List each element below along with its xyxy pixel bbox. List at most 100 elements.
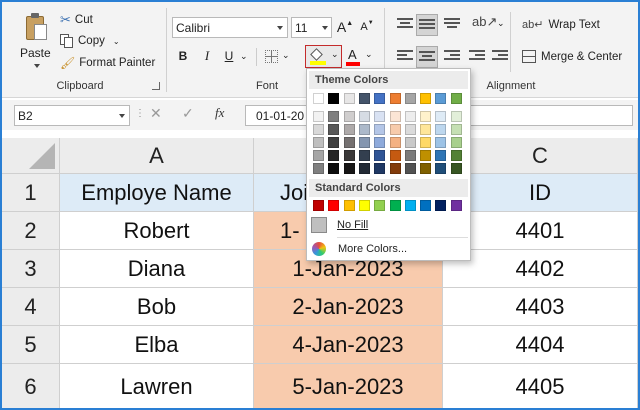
- name-box-splitter[interactable]: ⋮: [135, 108, 145, 119]
- theme-shade-swatch[interactable]: [313, 111, 324, 122]
- align-right-icon[interactable]: [444, 50, 460, 64]
- theme-shade-swatch[interactable]: [420, 124, 432, 135]
- align-bottom-icon[interactable]: [444, 18, 460, 32]
- table-cell[interactable]: 4401: [443, 212, 638, 250]
- paste-button[interactable]: Paste: [16, 10, 58, 72]
- theme-shade-swatch[interactable]: [358, 137, 370, 148]
- theme-color-swatch[interactable]: [404, 93, 416, 104]
- theme-shade-swatch[interactable]: [435, 124, 447, 135]
- theme-shade-swatch[interactable]: [435, 111, 447, 122]
- theme-color-swatch[interactable]: [343, 93, 355, 104]
- theme-shade-swatch[interactable]: [389, 124, 401, 135]
- standard-color-swatch[interactable]: [313, 200, 324, 211]
- select-all-corner[interactable]: [2, 138, 60, 174]
- no-fill-option[interactable]: No Fill: [311, 215, 368, 235]
- theme-shade-swatch[interactable]: [435, 163, 447, 174]
- theme-shade-swatch[interactable]: [313, 163, 324, 174]
- row-header[interactable]: 1: [2, 174, 60, 212]
- chevron-down-icon[interactable]: ⌄: [497, 18, 505, 29]
- shrink-font-button[interactable]: A ▼: [358, 18, 376, 36]
- formula-input[interactable]: 01-01-20: [245, 105, 307, 126]
- theme-color-swatch[interactable]: [313, 93, 324, 104]
- copy-button[interactable]: Copy ⌄: [60, 34, 120, 48]
- theme-shade-swatch[interactable]: [435, 137, 447, 148]
- standard-color-swatch[interactable]: [389, 200, 401, 211]
- row-header[interactable]: 3: [2, 250, 60, 288]
- theme-shade-swatch[interactable]: [328, 163, 340, 174]
- table-cell[interactable]: 4403: [443, 288, 638, 326]
- header-cell[interactable]: Employe Name: [60, 174, 254, 212]
- theme-shade-swatch[interactable]: [313, 137, 324, 148]
- standard-color-swatch[interactable]: [358, 200, 370, 211]
- dialog-launcher-icon[interactable]: [152, 82, 160, 90]
- column-header-c[interactable]: C: [443, 138, 638, 174]
- theme-color-swatch[interactable]: [358, 93, 370, 104]
- table-cell[interactable]: Robert: [60, 212, 254, 250]
- standard-color-swatch[interactable]: [404, 200, 416, 211]
- theme-shade-swatch[interactable]: [358, 163, 370, 174]
- merge-center-button[interactable]: Merge & Center: [522, 50, 622, 63]
- theme-shade-swatch[interactable]: [435, 150, 447, 161]
- theme-shade-swatch[interactable]: [404, 137, 416, 148]
- borders-button[interactable]: ⌄: [264, 48, 290, 66]
- theme-shade-swatch[interactable]: [328, 124, 340, 135]
- cancel-icon[interactable]: ✕: [150, 105, 162, 122]
- align-center-button[interactable]: [416, 46, 438, 68]
- theme-shade-swatch[interactable]: [420, 137, 432, 148]
- italic-button[interactable]: I: [198, 47, 216, 65]
- table-cell[interactable]: 4-Jan-2023: [254, 326, 443, 364]
- theme-shade-swatch[interactable]: [420, 150, 432, 161]
- theme-shade-swatch[interactable]: [374, 163, 386, 174]
- theme-shade-swatch[interactable]: [358, 150, 370, 161]
- standard-color-swatch[interactable]: [343, 200, 355, 211]
- theme-shade-swatch[interactable]: [404, 124, 416, 135]
- header-cell[interactable]: ID: [443, 174, 638, 212]
- theme-shade-swatch[interactable]: [389, 150, 401, 161]
- theme-shade-swatch[interactable]: [343, 124, 355, 135]
- standard-color-swatch[interactable]: [435, 200, 447, 211]
- table-cell[interactable]: Bob: [60, 288, 254, 326]
- wrap-text-button[interactable]: ab↵ Wrap Text: [522, 18, 600, 32]
- theme-shade-swatch[interactable]: [450, 111, 462, 122]
- standard-color-swatch[interactable]: [374, 200, 386, 211]
- chevron-down-icon[interactable]: ⌄: [240, 51, 248, 62]
- standard-color-swatch[interactable]: [328, 200, 340, 211]
- standard-color-swatch[interactable]: [420, 200, 432, 211]
- theme-shade-swatch[interactable]: [420, 111, 432, 122]
- standard-color-swatch[interactable]: [450, 200, 462, 211]
- column-header-a[interactable]: A: [60, 138, 254, 174]
- row-header[interactable]: 2: [2, 212, 60, 250]
- theme-color-swatch[interactable]: [389, 93, 401, 104]
- theme-shade-swatch[interactable]: [313, 150, 324, 161]
- table-cell[interactable]: Lawren: [60, 364, 254, 408]
- theme-shade-swatch[interactable]: [450, 163, 462, 174]
- enter-check-icon[interactable]: ✓: [182, 105, 194, 122]
- table-cell[interactable]: 2-Jan-2023: [254, 288, 443, 326]
- table-cell[interactable]: 4405: [443, 364, 638, 408]
- cut-button[interactable]: ✂ Cut: [60, 12, 93, 28]
- theme-shade-swatch[interactable]: [389, 111, 401, 122]
- table-cell[interactable]: Elba: [60, 326, 254, 364]
- theme-shade-swatch[interactable]: [358, 124, 370, 135]
- orientation-icon[interactable]: ab↗: [472, 14, 497, 30]
- table-cell[interactable]: Diana: [60, 250, 254, 288]
- theme-shade-swatch[interactable]: [389, 163, 401, 174]
- insert-function-button[interactable]: fx: [215, 105, 224, 121]
- align-top-icon[interactable]: [397, 18, 413, 32]
- row-header[interactable]: 5: [2, 326, 60, 364]
- theme-shade-swatch[interactable]: [343, 111, 355, 122]
- row-header[interactable]: 6: [2, 364, 60, 408]
- theme-shade-swatch[interactable]: [404, 163, 416, 174]
- table-cell[interactable]: 5-Jan-2023: [254, 364, 443, 408]
- row-header[interactable]: 4: [2, 288, 60, 326]
- theme-shade-swatch[interactable]: [328, 111, 340, 122]
- theme-shade-swatch[interactable]: [450, 150, 462, 161]
- theme-shade-swatch[interactable]: [389, 137, 401, 148]
- theme-color-swatch[interactable]: [420, 93, 432, 104]
- theme-shade-swatch[interactable]: [420, 163, 432, 174]
- font-name-box[interactable]: Calibri: [172, 17, 288, 38]
- font-size-box[interactable]: 11: [291, 17, 332, 38]
- decrease-indent-icon[interactable]: [469, 50, 485, 64]
- table-cell[interactable]: 4404: [443, 326, 638, 364]
- theme-color-swatch[interactable]: [450, 93, 462, 104]
